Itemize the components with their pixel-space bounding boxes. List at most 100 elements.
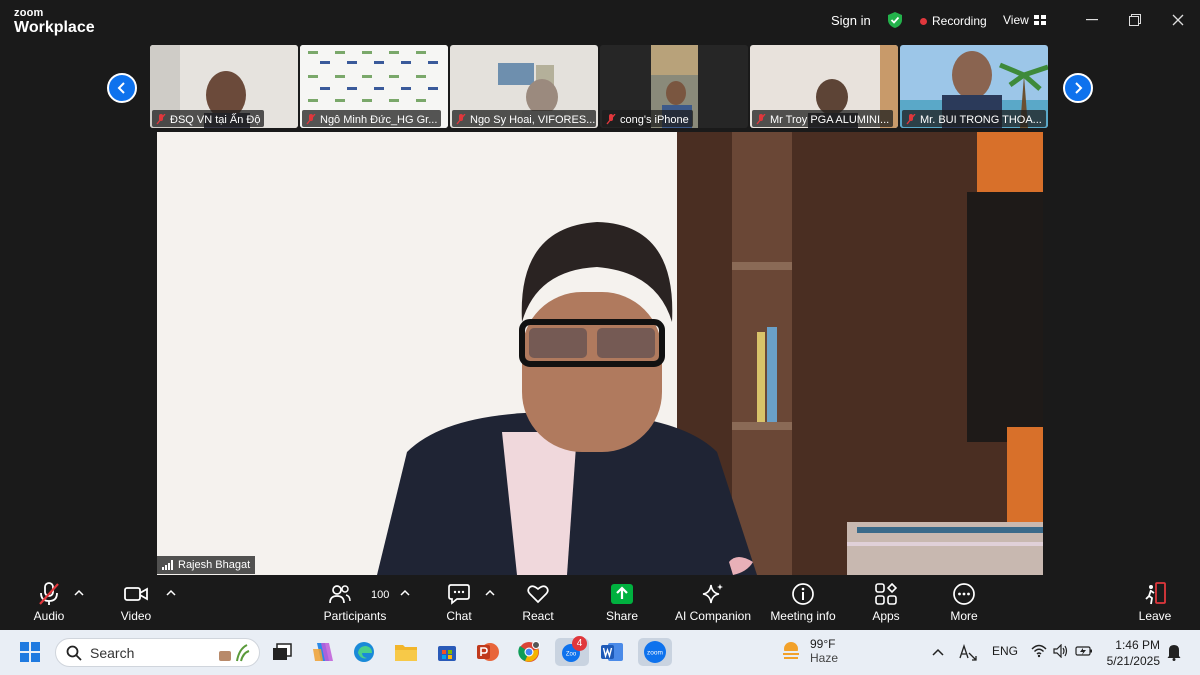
chevron-left-icon (117, 82, 125, 94)
info-icon (790, 581, 816, 607)
participant-tile[interactable]: cong's iPhone (600, 45, 748, 128)
react-button[interactable]: React (522, 581, 554, 623)
show-hidden-icons-chevron-icon[interactable] (932, 647, 944, 657)
pen-input-icon[interactable] (958, 644, 978, 662)
system-clock[interactable]: 1:46 PM 5/21/2025 (1104, 637, 1160, 669)
participants-button[interactable]: Participants (322, 581, 388, 623)
powerpoint-app[interactable] (474, 638, 502, 666)
chat-button[interactable]: Chat (445, 581, 473, 623)
microsoft-store-app[interactable] (433, 638, 461, 666)
participants-count: 100 (371, 589, 390, 601)
participant-name-tag: Ngo Sy Hoai, VIFORES... (452, 110, 596, 127)
audio-label: Audio (33, 609, 65, 623)
volume-icon[interactable] (1053, 644, 1069, 658)
active-speaker-name: Rajesh Bhagat (178, 559, 251, 571)
sign-in-link[interactable]: Sign in (831, 13, 871, 28)
store-icon (438, 646, 456, 661)
video-button[interactable]: Video (119, 581, 153, 623)
view-label: View (1003, 13, 1029, 27)
meeting-info-button[interactable]: Meeting info (768, 581, 838, 623)
leave-button[interactable]: Leave (1138, 581, 1172, 623)
weather-description: Haze (810, 651, 839, 665)
participant-tile[interactable]: ĐSQ VN tại Ấn Độ (150, 45, 298, 128)
participant-name: Mr. BUI TRONG THOA... (920, 113, 1042, 126)
chrome-icon (518, 641, 540, 662)
zoom-workplace-logo: zoom Workplace (14, 8, 95, 36)
security-shield-icon[interactable] (886, 11, 904, 29)
battery-charging-icon[interactable] (1075, 645, 1093, 657)
minimize-button[interactable] (1082, 10, 1102, 30)
view-button[interactable]: View (1003, 13, 1046, 27)
windows-logo-icon (20, 642, 40, 662)
signal-strength-icon (162, 560, 173, 570)
meeting-info-label: Meeting info (770, 609, 836, 623)
zoom-workplace-app[interactable]: zoom (638, 638, 672, 666)
chat-options-caret-icon[interactable] (485, 589, 495, 597)
svg-text:Zoo: Zoo (566, 652, 577, 658)
logo-bottom-text: Workplace (14, 19, 95, 36)
participant-tile[interactable]: Mr. BUI TRONG THOA... (900, 45, 1048, 128)
windows-taskbar: Search Zoo 4 zoom 99°F Haze ENG 1:46 PM … (0, 630, 1200, 675)
clock-date: 5/21/2025 (1106, 654, 1160, 668)
participant-tile[interactable]: Mr Troy PGA ALUMINI... (750, 45, 898, 128)
leave-door-icon (1142, 581, 1168, 607)
more-options-icon (951, 581, 977, 607)
apps-button[interactable]: Apps (872, 581, 900, 623)
sparkle-icon (700, 581, 726, 607)
grid-view-icon (1033, 15, 1046, 25)
edge-browser-app[interactable] (350, 638, 378, 666)
leave-label: Leave (1138, 609, 1172, 623)
share-screen-icon (609, 581, 635, 607)
powerpoint-icon (477, 643, 499, 661)
previous-page-button[interactable] (107, 73, 137, 103)
participant-name: Ngo Sy Hoai, VIFORES... (470, 113, 596, 126)
close-icon (1172, 14, 1184, 26)
participant-name-tag: Mr Troy PGA ALUMINI... (752, 110, 894, 127)
audio-button[interactable]: Audio (30, 581, 68, 623)
participant-tile[interactable]: Ngo Sy Hoai, VIFORES... (450, 45, 598, 128)
search-highlight-illustration-icon (219, 643, 250, 661)
notifications-icon[interactable] (1166, 643, 1182, 661)
more-button[interactable]: More (950, 581, 978, 623)
task-view-button[interactable] (268, 638, 296, 666)
zoom-chat-app[interactable]: Zoo 4 (555, 636, 589, 666)
restore-button[interactable] (1125, 10, 1145, 30)
share-button[interactable]: Share (605, 581, 639, 623)
next-page-button[interactable] (1063, 73, 1093, 103)
video-options-caret-icon[interactable] (166, 589, 176, 597)
copilot-icon (313, 643, 333, 661)
chrome-app[interactable] (515, 638, 543, 666)
participant-name: Mr Troy PGA ALUMINI... (770, 113, 890, 126)
muted-mic-icon (456, 114, 466, 125)
active-speaker-name-tag: Rajesh Bhagat (157, 556, 256, 574)
recording-label: Recording (932, 14, 987, 28)
start-button[interactable] (16, 638, 44, 666)
word-app[interactable] (598, 638, 626, 666)
ai-companion-button[interactable]: AI Companion (674, 581, 752, 623)
input-language[interactable]: ENG (992, 644, 1018, 658)
participants-options-caret-icon[interactable] (400, 589, 410, 597)
ai-companion-label: AI Companion (674, 609, 752, 623)
search-placeholder: Search (90, 644, 135, 661)
taskbar-search-box[interactable]: Search (55, 638, 260, 667)
wifi-icon[interactable] (1031, 644, 1047, 658)
weather-widget[interactable]: 99°F Haze (780, 637, 838, 665)
react-label: React (522, 609, 554, 623)
task-view-icon (273, 643, 292, 660)
edge-icon (354, 642, 374, 662)
file-explorer-app[interactable] (392, 638, 420, 666)
video-camera-icon (123, 581, 149, 607)
muted-mic-icon (756, 114, 766, 125)
muted-mic-icon (306, 114, 316, 125)
participant-tile[interactable]: Ngô Minh Đức_HG Gr... (300, 45, 448, 128)
participant-name-tag: ĐSQ VN tại Ấn Độ (152, 110, 265, 127)
participant-name-tag: Ngô Minh Đức_HG Gr... (302, 110, 442, 127)
meeting-controls-toolbar: Audio Video Participants 100 Chat React … (0, 575, 1200, 630)
speaker-video-frame (157, 132, 1043, 575)
recording-indicator[interactable]: Recording (920, 14, 987, 28)
active-speaker-video[interactable] (157, 132, 1043, 575)
copilot-app[interactable] (309, 638, 337, 666)
close-button[interactable] (1168, 10, 1188, 30)
audio-options-caret-icon[interactable] (74, 589, 84, 597)
zoom-meeting-window: zoom Workplace Sign in Recording View ĐS… (0, 0, 1200, 630)
